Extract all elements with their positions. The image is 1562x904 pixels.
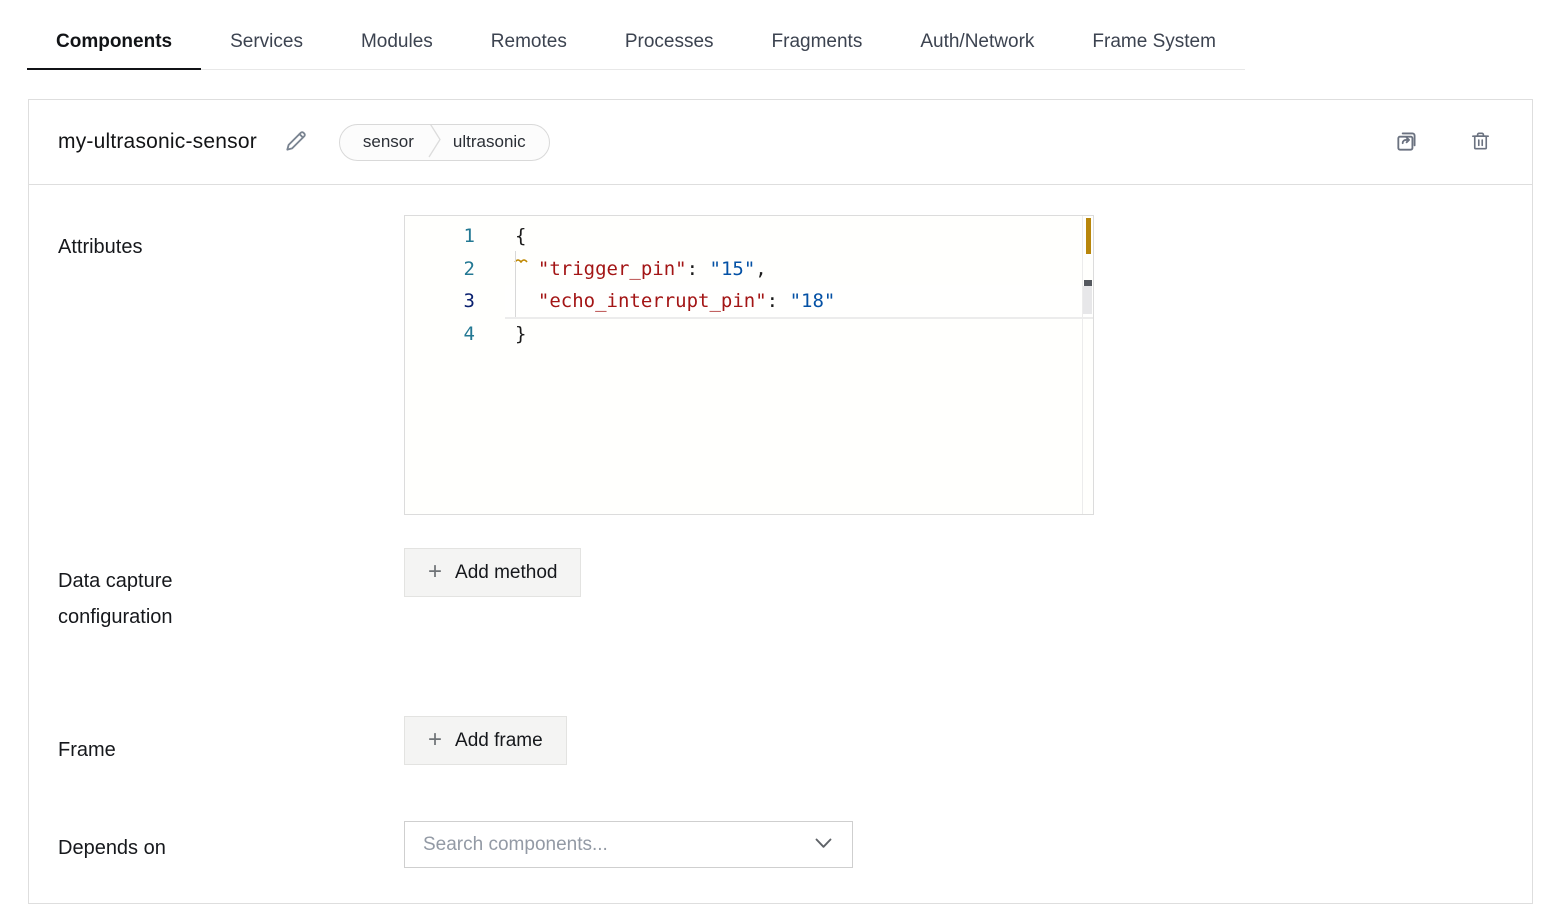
editor-indent-guide — [515, 251, 516, 317]
chevron-down-icon — [815, 836, 832, 854]
scrollbar-slider[interactable] — [1083, 286, 1092, 314]
component-type-badge: sensor ultrasonic — [339, 124, 550, 161]
editor-code[interactable]: { "trigger_pin": "15", "echo_interrupt_p… — [505, 220, 1093, 350]
depends-on-placeholder: Search components... — [423, 834, 815, 856]
tab-remotes[interactable]: Remotes — [462, 0, 596, 69]
badge-divider-chevron-icon — [428, 124, 441, 161]
tab-services[interactable]: Services — [201, 0, 332, 69]
tab-bar: ComponentsServicesModulesRemotesProcesse… — [27, 0, 1245, 70]
tab-processes[interactable]: Processes — [596, 0, 743, 69]
depends-on-label: Depends on — [58, 821, 404, 868]
badge-type: sensor — [340, 132, 428, 152]
component-card: my-ultrasonic-sensor sensor ultrasonic — [28, 99, 1533, 904]
code-line[interactable]: { — [505, 220, 1093, 253]
data-capture-row: Data capture configuration + Add method — [29, 548, 1532, 635]
plus-icon: + — [428, 560, 442, 584]
rename-component-button[interactable] — [283, 128, 309, 157]
tab-frame-system[interactable]: Frame System — [1063, 0, 1245, 69]
trash-icon — [1469, 129, 1492, 156]
data-capture-label: Data capture configuration — [58, 548, 404, 635]
badge-model: ultrasonic — [441, 132, 549, 152]
plus-icon: + — [428, 728, 442, 752]
tab-fragments[interactable]: Fragments — [743, 0, 892, 69]
delete-component-button[interactable] — [1469, 129, 1492, 156]
component-card-body: Attributes 1234 { "trigger_pin": "15", "… — [29, 185, 1532, 903]
line-number: 4 — [405, 318, 505, 351]
code-line[interactable]: } — [505, 318, 1093, 351]
frame-label: Frame — [58, 716, 404, 768]
line-number: 3 — [405, 285, 505, 318]
editor-scrollbar-track — [1082, 216, 1083, 514]
attributes-label: Attributes — [58, 215, 404, 515]
warning-squiggle-icon — [514, 246, 528, 268]
component-name: my-ultrasonic-sensor — [58, 130, 257, 154]
overview-ruler-warning-marker — [1086, 218, 1091, 254]
tab-modules[interactable]: Modules — [332, 0, 462, 69]
code-line[interactable]: "trigger_pin": "15", — [505, 253, 1093, 286]
depends-on-select[interactable]: Search components... — [404, 821, 853, 868]
line-number: 1 — [405, 220, 505, 253]
attributes-json-editor[interactable]: 1234 { "trigger_pin": "15", "echo_interr… — [404, 215, 1094, 515]
frame-row: Frame + Add frame — [29, 716, 1532, 768]
tab-bar-wrap: ComponentsServicesModulesRemotesProcesse… — [0, 0, 1562, 70]
duplicate-icon — [1394, 128, 1420, 157]
depends-on-row: Depends on Search components... — [29, 821, 1532, 868]
duplicate-component-button[interactable] — [1394, 128, 1420, 157]
pencil-icon — [283, 128, 309, 157]
add-frame-button[interactable]: + Add frame — [404, 716, 567, 765]
tab-auth-network[interactable]: Auth/Network — [891, 0, 1063, 69]
add-method-button[interactable]: + Add method — [404, 548, 581, 597]
line-number: 2 — [405, 253, 505, 286]
code-line[interactable]: "echo_interrupt_pin": "18" — [505, 285, 1093, 318]
component-card-header: my-ultrasonic-sensor sensor ultrasonic — [29, 100, 1532, 185]
editor-line-numbers: 1234 — [405, 220, 505, 350]
tab-components[interactable]: Components — [27, 0, 201, 69]
attributes-row: Attributes 1234 { "trigger_pin": "15", "… — [29, 215, 1532, 515]
